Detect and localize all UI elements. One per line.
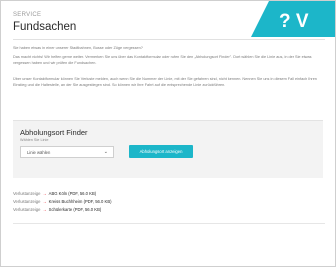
intro-paragraph-2: Das macht nichts! Wir helfen gerne weite…	[13, 55, 312, 65]
list-item: Verlustanzeige → Schülerkarte (PDF, 56.0 K…	[13, 206, 323, 214]
finder-panel: Linie wählen ⌄ Abholungsort anzeigen	[13, 142, 323, 178]
list-item: Verlustanzeige → ABG Köln (PDF, 56.0 KB)	[13, 190, 323, 198]
result-link[interactable]: ABG Köln (PDF, 56.0 KB)	[49, 191, 96, 196]
help-badge-shape: ? V	[251, 1, 335, 37]
arrow-right-icon: →	[42, 207, 47, 212]
section-label: SERVICE	[13, 12, 42, 18]
page-title: Fundsachen	[13, 21, 77, 33]
intro-paragraph-3: Über unser Kontaktformular können Sie Ve…	[13, 77, 317, 87]
arrow-right-icon: →	[42, 199, 47, 204]
line-select[interactable]: Linie wählen ⌄	[20, 146, 114, 158]
chevron-down-icon: ⌄	[103, 149, 108, 155]
finder-header: Abholungsort Finder Wählen Sie Linie	[13, 120, 323, 143]
result-key: Verlustanzeige	[13, 199, 41, 204]
result-link[interactable]: Kreiss Buchhheim (PDF, 56.0 KB)	[49, 199, 112, 204]
arrow-right-icon: →	[42, 191, 47, 196]
intro-paragraph-1: Sie haben etwas in einer unserer Stadtba…	[13, 46, 143, 50]
help-badge[interactable]: ? V	[251, 1, 335, 37]
page-frame: ? V SERVICE Fundsachen Sie haben etwas i…	[0, 0, 336, 267]
bottom-divider	[13, 223, 325, 224]
result-key: Verlustanzeige	[13, 191, 41, 196]
result-link[interactable]: Schülerkarte (PDF, 56.0 KB)	[49, 207, 102, 212]
line-select-value: Linie wählen	[27, 150, 51, 155]
show-location-button[interactable]: Abholungsort anzeigen	[129, 145, 193, 158]
result-key: Verlustanzeige	[13, 207, 41, 212]
finder-title: Abholungsort Finder	[20, 128, 88, 137]
results-list: Verlustanzeige → ABG Köln (PDF, 56.0 KB) V…	[13, 190, 323, 214]
title-divider	[13, 39, 325, 40]
help-badge-text: ? V	[279, 11, 309, 32]
list-item: Verlustanzeige → Kreiss Buchhheim (PDF, 56…	[13, 198, 323, 206]
